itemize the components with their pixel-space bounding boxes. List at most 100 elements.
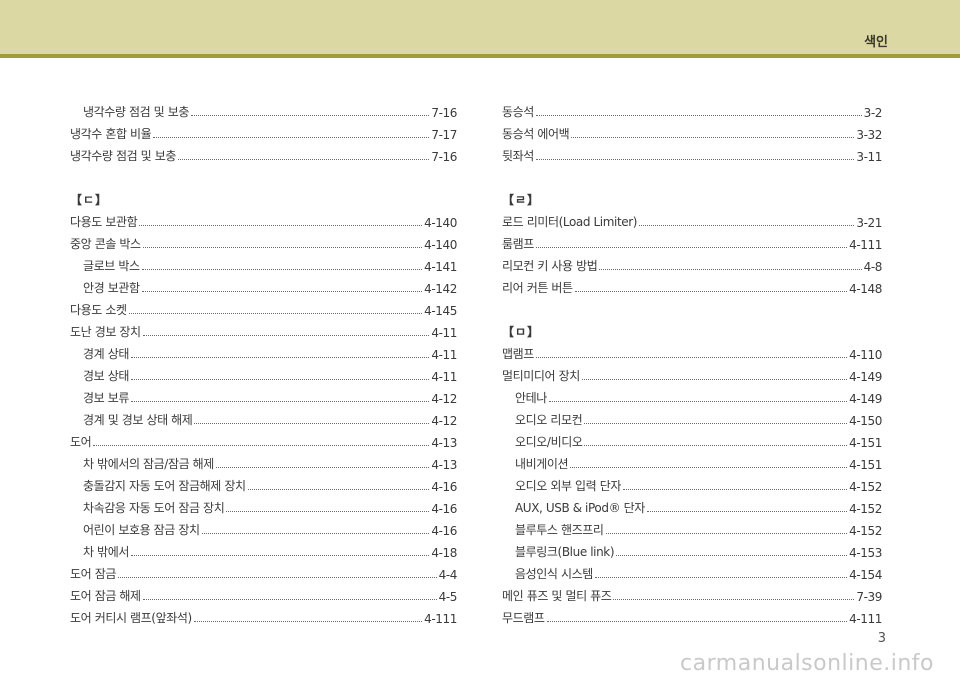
index-entry[interactable]: 경보 보류 4-12 [70,384,457,406]
index-entry-label: 경보 보류 [83,391,129,405]
index-entry[interactable]: 동승석 에어백 3-32 [502,120,882,142]
index-entry[interactable]: 경계 상태 4-11 [70,340,457,362]
index-entry[interactable]: 블루링크(Blue link) 4-153 [502,538,882,560]
index-entry[interactable]: 차 밖에서의 잠금/잠금 해제 4-13 [70,450,457,472]
index-entry-label: 오디오/비디오 [515,435,583,449]
index-entry-label: 차속감응 자동 도어 잠금 장치 [83,501,225,515]
index-entry[interactable]: 메인 퓨즈 및 멀티 퓨즈 7-39 [502,582,882,604]
dot-leader [584,445,848,446]
index-entry-label: 냉각수 혼합 비율 [70,127,152,141]
index-entry-label: 도어 커티시 램프(앞좌석) [70,611,192,625]
dot-leader [215,467,430,468]
index-entry-label: 경보 상태 [83,369,129,383]
index-entry-page: 4-151 [849,458,882,472]
index-entry[interactable]: 리어 커튼 버튼 4-148 [502,274,882,296]
index-entry[interactable]: AUX, USB & iPod® 단자 4-152 [502,494,882,516]
index-entry-page: 4-110 [849,348,882,362]
dot-leader [141,269,423,270]
dot-leader [153,137,430,138]
index-entry-label: 냉각수량 점검 및 보충 [70,149,177,163]
index-entry-page: 4-151 [849,436,882,450]
index-entry[interactable]: 오디오/비디오 4-151 [502,428,882,450]
index-entry[interactable]: 도어 커티시 램프(앞좌석) 4-111 [70,604,457,626]
dot-leader [535,247,848,248]
index-entry-page: 4-11 [431,348,457,362]
index-entry[interactable]: 리모컨 키 사용 방법 4-8 [502,252,882,274]
index-entry[interactable]: 경보 상태 4-11 [70,362,457,384]
index-entry-label: 메인 퓨즈 및 멀티 퓨즈 [502,589,612,603]
dot-leader [623,489,848,490]
index-entry[interactable]: 냉각수량 점검 및 보충 7-16 [70,98,457,120]
index-entry[interactable]: 도난 경보 장치 4-11 [70,318,457,340]
index-group-heading: 【ㄷ】 [70,193,109,207]
index-entry-label: 글로브 박스 [83,259,140,273]
index-entry-page: 4-111 [424,612,457,626]
index-entry[interactable]: 냉각수량 점검 및 보충 7-16 [70,142,457,164]
index-entry[interactable]: 차속감응 자동 도어 잠금 장치 4-16 [70,494,457,516]
index-entry[interactable]: 도어 잠금 해제 4-5 [70,582,457,604]
dot-leader [191,115,430,116]
index-column-left: 냉각수량 점검 및 보충 7-16 냉각수 혼합 비율 7-17 냉각수량 점검 및 보… [70,98,457,626]
index-entry-page: 4-140 [424,238,457,252]
index-entry[interactable]: 경계 및 경보 상태 해제 4-12 [70,406,457,428]
index-entry[interactable]: 동승석 3-2 [502,98,882,120]
index-entry[interactable]: 냉각수 혼합 비율 7-17 [70,120,457,142]
index-entry-page: 4-150 [849,414,882,428]
index-entry-label: 차 밖에서 [83,545,129,559]
dot-leader [571,137,855,138]
index-entry[interactable]: 충돌감지 자동 도어 잠금해제 장치 4-16 [70,472,457,494]
dot-leader [193,621,423,622]
dot-leader [178,159,430,160]
index-entry-page: 4-152 [849,502,882,516]
index-entry[interactable]: 다용도 보관함 4-140 [70,208,457,230]
index-entry-page: 4-154 [849,568,882,582]
index-entry-label: 안테나 [515,391,547,405]
index-entry[interactable]: 글로브 박스 4-141 [70,252,457,274]
index-entry-label: 멀티미디어 장치 [502,369,580,383]
index-entry[interactable]: 도어 잠금 4-4 [70,560,457,582]
index-entry-page: 4-16 [431,524,457,538]
index-entry-label: 오디오 외부 입력 단자 [515,479,622,493]
index-entry[interactable]: 로드 리미터(Load Limiter) 3-21 [502,208,882,230]
dot-leader [141,291,423,292]
index-entry[interactable]: 차 밖에서 4-18 [70,538,457,560]
index-entry-page: 4-111 [849,612,882,626]
index-entry-page: 7-16 [431,106,457,120]
index-entry[interactable]: 블루투스 핸즈프리 4-152 [502,516,882,538]
index-entry[interactable]: 안테나 4-149 [502,384,882,406]
index-entry-label: 도어 잠금 [70,567,116,581]
index-entry-page: 3-21 [856,216,882,230]
dot-leader [93,445,430,446]
index-entry-page: 4-16 [431,502,457,516]
index-entry[interactable]: 맵램프 4-110 [502,340,882,362]
index-entry[interactable]: 음성인식 시스템 4-154 [502,560,882,582]
index-entry[interactable]: 오디오 리모컨 4-150 [502,406,882,428]
index-entry[interactable]: 무드램프 4-111 [502,604,882,626]
dot-leader [616,555,848,556]
index-entry[interactable]: 다용도 소켓 4-145 [70,296,457,318]
index-entry[interactable]: 어린이 보호용 잠금 장치 4-16 [70,516,457,538]
index-entry-page: 4-8 [863,260,883,274]
index-entry-label: 블루투스 핸즈프리 [515,523,604,537]
index-entry-label: 경계 상태 [83,347,129,361]
index-entry-label: 리어 커튼 버튼 [502,281,573,295]
index-entry[interactable]: 내비게이션 4-151 [502,450,882,472]
index-entry-page: 4-149 [849,392,882,406]
index-entry[interactable]: 오디오 외부 입력 단자 4-152 [502,472,882,494]
dot-leader [594,577,848,578]
index-entry[interactable]: 중앙 콘솔 박스 4-140 [70,230,457,252]
index-entry[interactable]: 안경 보관함 4-142 [70,274,457,296]
index-entry[interactable]: 룸램프 4-111 [502,230,882,252]
index-entry[interactable]: 멀티미디어 장치 4-149 [502,362,882,384]
index-entry-page: 4-152 [849,524,882,538]
index-entry-page: 4-18 [431,546,457,560]
index-entry[interactable]: 도어 4-13 [70,428,457,450]
index-entry-label: 도어 잠금 해제 [70,589,141,603]
dot-leader [570,467,848,468]
index-entry-label: 뒷좌석 [502,149,534,163]
index-entry-page: 4-13 [431,458,457,472]
index-entry[interactable]: 뒷좌석 3-11 [502,142,882,164]
